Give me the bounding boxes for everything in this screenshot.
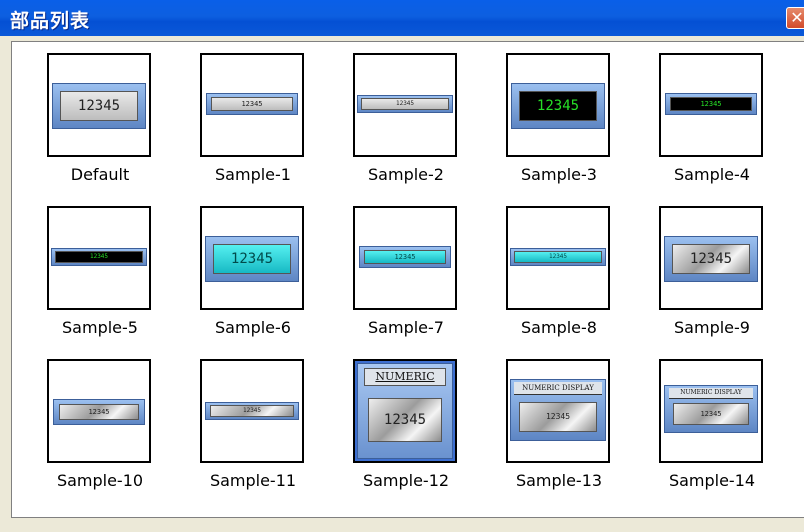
display-header-box: NUMERIC DISPLAY: [669, 388, 753, 399]
part-caption: Sample-7: [368, 318, 444, 337]
part-caption: Sample-14: [668, 471, 756, 490]
part-item-sample-13[interactable]: NUMERIC DISPLAY 12345 Sample-13: [484, 359, 614, 509]
display-value: 12345: [60, 91, 138, 121]
part-caption: Sample-1: [215, 165, 291, 184]
display-frame: 12345: [357, 95, 453, 113]
part-thumbnail[interactable]: NUMERIC DISPLAY 12345: [506, 359, 610, 463]
display-header: NUMERIC DISPLAY: [669, 388, 753, 399]
part-caption: Sample-3: [521, 165, 597, 184]
display-frame: 12345: [51, 248, 147, 266]
close-icon: ✕: [790, 8, 804, 27]
display-value: 12345: [364, 250, 446, 264]
display-value: 12345: [672, 244, 750, 274]
part-item-sample-5[interactable]: 12345 Sample-5: [25, 206, 155, 356]
title-bar[interactable]: 部品列表 ✕: [0, 0, 804, 36]
display-frame: NUMERIC DISPLAY 12345: [510, 379, 606, 441]
part-caption: Sample-9: [674, 318, 750, 337]
display-frame: 12345: [359, 246, 451, 268]
part-thumbnail[interactable]: 12345: [659, 206, 763, 310]
part-thumbnail-selected[interactable]: NUMERIC 12345: [353, 359, 457, 463]
display-value: 12345: [55, 251, 143, 263]
display-frame: 12345: [53, 399, 145, 425]
part-caption: Sample-13: [515, 471, 603, 490]
display-frame: 12345: [52, 83, 146, 129]
display-frame: 12345: [205, 236, 299, 282]
display-header-box: NUMERIC DISPLAY: [514, 382, 602, 395]
part-caption: Sample-11: [209, 471, 297, 490]
display-value: 12345: [368, 398, 442, 442]
part-thumbnail[interactable]: 12345: [200, 359, 304, 463]
part-item-sample-7[interactable]: 12345 Sample-7: [331, 206, 461, 356]
display-header: NUMERIC: [375, 370, 435, 383]
display-frame: 12345: [665, 93, 757, 115]
display-value: 12345: [519, 91, 597, 121]
parts-list-window: 部品列表 ✕ 12345 Default 12345 Sample-1 1234…: [0, 0, 804, 532]
display-frame: 12345: [510, 248, 606, 266]
part-caption: Sample-8: [521, 318, 597, 337]
part-caption: Sample-12: [362, 471, 450, 490]
part-thumbnail[interactable]: 12345: [200, 53, 304, 157]
part-item-sample-8[interactable]: 12345 Sample-8: [484, 206, 614, 356]
display-frame: 12345: [511, 83, 605, 129]
display-value: 12345: [670, 97, 752, 111]
display-header-box: NUMERIC: [364, 368, 446, 386]
part-item-sample-10[interactable]: 12345 Sample-10: [25, 359, 155, 509]
part-thumbnail[interactable]: 12345: [47, 53, 151, 157]
part-thumbnail[interactable]: 12345: [353, 206, 457, 310]
display-frame: NUMERIC DISPLAY 12345: [664, 385, 758, 433]
part-item-default[interactable]: 12345 Default: [25, 53, 155, 203]
part-thumbnail[interactable]: 12345: [506, 206, 610, 310]
part-thumbnail[interactable]: 12345: [47, 206, 151, 310]
display-value: 12345: [59, 404, 139, 420]
part-item-sample-2[interactable]: 12345 Sample-2: [331, 53, 461, 203]
display-frame: 12345: [206, 93, 298, 115]
display-header: NUMERIC DISPLAY: [514, 382, 602, 395]
window-title: 部品列表: [10, 10, 91, 32]
part-item-sample-14[interactable]: NUMERIC DISPLAY 12345 Sample-14: [637, 359, 767, 509]
part-caption: Sample-5: [62, 318, 138, 337]
display-value: 12345: [361, 98, 449, 110]
display-value: 12345: [514, 251, 602, 263]
part-item-sample-1[interactable]: 12345 Sample-1: [178, 53, 308, 203]
part-thumbnail[interactable]: 12345: [353, 53, 457, 157]
display-frame: 12345: [664, 236, 758, 282]
part-caption: Sample-6: [215, 318, 291, 337]
part-caption: Default: [70, 165, 130, 184]
display-value: 12345: [673, 403, 749, 425]
parts-grid: 12345 Default 12345 Sample-1 12345 Sampl…: [11, 41, 804, 518]
part-thumbnail[interactable]: 12345: [47, 359, 151, 463]
display-value: 12345: [519, 402, 597, 432]
close-button[interactable]: ✕: [786, 7, 804, 29]
part-thumbnail[interactable]: 12345: [506, 53, 610, 157]
part-item-sample-12[interactable]: NUMERIC 12345 Sample-12: [331, 359, 461, 509]
display-value: 12345: [211, 97, 293, 111]
display-frame: 12345: [205, 402, 299, 420]
display-value: 12345: [213, 244, 291, 274]
part-caption: Sample-10: [56, 471, 144, 490]
part-caption: Sample-2: [368, 165, 444, 184]
display-frame: NUMERIC 12345: [357, 363, 453, 459]
part-item-sample-6[interactable]: 12345 Sample-6: [178, 206, 308, 356]
part-thumbnail[interactable]: 12345: [659, 53, 763, 157]
display-value: 12345: [210, 405, 294, 417]
part-thumbnail[interactable]: 12345: [200, 206, 304, 310]
part-caption: Sample-4: [674, 165, 750, 184]
part-thumbnail[interactable]: NUMERIC DISPLAY 12345: [659, 359, 763, 463]
part-item-sample-9[interactable]: 12345 Sample-9: [637, 206, 767, 356]
part-item-sample-11[interactable]: 12345 Sample-11: [178, 359, 308, 509]
part-item-sample-3[interactable]: 12345 Sample-3: [484, 53, 614, 203]
part-item-sample-4[interactable]: 12345 Sample-4: [637, 53, 767, 203]
